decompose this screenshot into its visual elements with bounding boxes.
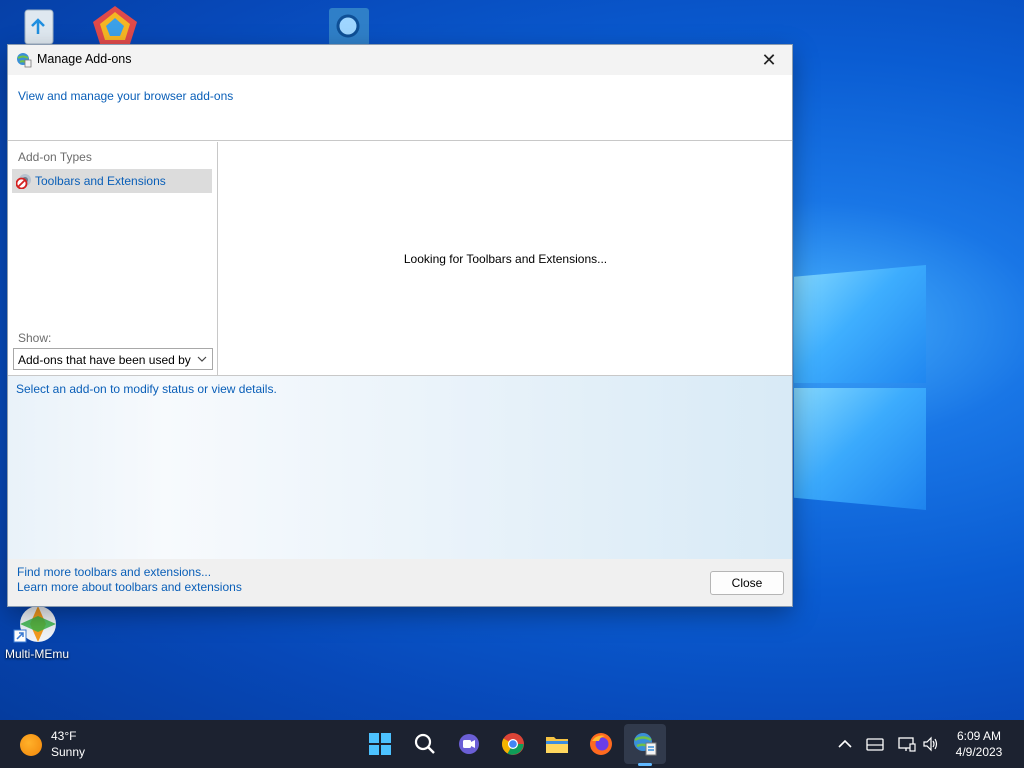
chevron-up-icon[interactable] xyxy=(836,736,854,752)
network-icon[interactable] xyxy=(898,736,916,752)
addon-type-label: Toolbars and Extensions xyxy=(35,174,166,188)
multi-memu-label: Multi-MEmu xyxy=(5,647,70,661)
dialog-header: View and manage your browser add-ons xyxy=(8,75,792,141)
weather-sun-icon[interactable] xyxy=(20,734,42,756)
firefox-icon[interactable] xyxy=(587,730,615,758)
start-icon[interactable] xyxy=(366,730,394,758)
internet-options-icon[interactable] xyxy=(631,730,659,758)
teams-chat-icon[interactable] xyxy=(455,730,483,758)
taskbar: 43°F Sunny 6:09 AM 4/9/2023 xyxy=(0,720,1024,768)
show-label: Show: xyxy=(18,331,52,345)
clock-time[interactable]: 6:09 AM xyxy=(945,729,1013,743)
keyboard-icon[interactable] xyxy=(866,736,884,752)
search-icon[interactable] xyxy=(411,730,439,758)
close-button[interactable]: Close xyxy=(710,571,784,595)
status-message: Looking for Toolbars and Extensions... xyxy=(403,252,608,266)
volume-icon[interactable] xyxy=(922,736,940,752)
internet-options-icon xyxy=(17,53,32,68)
multi-memu-icon[interactable] xyxy=(12,602,62,652)
chevron-down-icon xyxy=(197,356,207,362)
details-message: Select an add-on to modify status or vie… xyxy=(16,382,277,396)
close-icon[interactable]: ✕ xyxy=(746,45,792,75)
addon-types-pane: Add-on Types Toolbars and Extensions Sho… xyxy=(8,142,218,375)
find-more-toolbars-link[interactable]: Find more toolbars and extensions... xyxy=(17,565,211,579)
addons-list-pane: Looking for Toolbars and Extensions... xyxy=(219,142,792,375)
view-manage-addons-link[interactable]: View and manage your browser add-ons xyxy=(18,89,233,103)
title-bar[interactable]: Manage Add-ons ✕ xyxy=(8,45,792,75)
details-pane: Select an add-on to modify status or vie… xyxy=(8,375,792,559)
active-app-indicator xyxy=(638,763,652,766)
show-dropdown-value: Add-ons that have been used by your brow… xyxy=(18,353,194,367)
weather-condition[interactable]: Sunny xyxy=(51,745,85,759)
dialog-title: Manage Add-ons xyxy=(37,52,132,66)
learn-more-toolbars-link[interactable]: Learn more about toolbars and extensions xyxy=(17,580,242,594)
clock-date[interactable]: 4/9/2023 xyxy=(945,745,1013,759)
show-dropdown[interactable]: Add-ons that have been used by your brow… xyxy=(13,348,213,370)
manage-addons-dialog: Manage Add-ons ✕ View and manage your br… xyxy=(8,45,792,606)
addon-types-label: Add-on Types xyxy=(18,150,92,164)
weather-temperature[interactable]: 43°F xyxy=(51,729,76,743)
addon-type-toolbars-extensions[interactable]: Toolbars and Extensions xyxy=(12,169,212,193)
windows-wallpaper-logo xyxy=(790,255,930,515)
chrome-icon[interactable] xyxy=(499,730,527,758)
toolbar-extension-icon xyxy=(16,174,31,189)
file-explorer-icon[interactable] xyxy=(543,730,571,758)
dialog-footer: Find more toolbars and extensions... Lea… xyxy=(8,559,792,606)
